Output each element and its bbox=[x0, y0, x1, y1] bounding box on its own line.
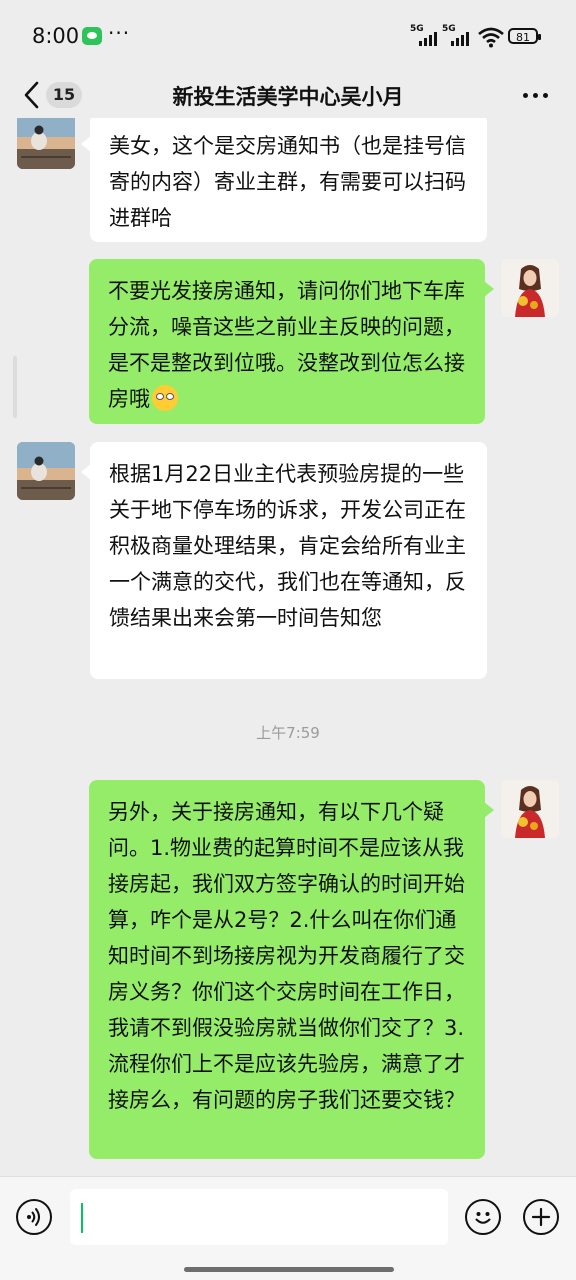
scroll-indicator bbox=[13, 356, 17, 418]
message-text: 美女，这个是交房通知书（也是挂号信寄的内容）寄业主群，有需要可以扫码进群哈 bbox=[109, 134, 466, 230]
contact-avatar[interactable] bbox=[17, 118, 75, 169]
more-actions-button[interactable] bbox=[523, 1199, 559, 1235]
chat-title: 新投生活美学中心吴小月 bbox=[172, 85, 404, 109]
message-bubble-outgoing[interactable]: 另外，关于接房通知，有以下几个疑问。1.物业费的起算时间不是应该从我接房起，我们… bbox=[89, 780, 494, 1159]
message-text: 另外，关于接房通知，有以下几个疑问。1.物业费的起算时间不是应该从我接房起，我们… bbox=[108, 800, 465, 1112]
status-time: 8:00 bbox=[32, 24, 80, 48]
my-avatar[interactable] bbox=[501, 259, 559, 317]
battery-icon: 81 bbox=[508, 28, 541, 44]
voice-input-button[interactable] bbox=[16, 1199, 52, 1235]
message-bubble-incoming[interactable]: 美女，这个是交房通知书（也是挂号信寄的内容）寄业主群，有需要可以扫码进群哈 bbox=[81, 118, 487, 242]
message-text: 根据1月22日业主代表预验房提的一些关于地下停车场的诉求，开发公司正在积极商量处… bbox=[109, 462, 466, 630]
status-bar: 8:00 ··· 5G 5G 81 bbox=[0, 0, 576, 72]
signal-5g-icon-2: 5G bbox=[442, 24, 470, 46]
message-input[interactable] bbox=[70, 1189, 448, 1245]
signal-5g-icon: 5G bbox=[410, 24, 438, 46]
home-indicator[interactable] bbox=[184, 1267, 394, 1272]
wifi-icon bbox=[478, 27, 504, 48]
input-bar bbox=[0, 1176, 576, 1280]
my-avatar[interactable] bbox=[501, 780, 559, 838]
chat-header: 15 新投生活美学中心吴小月 bbox=[0, 72, 576, 118]
message-list[interactable]: 美女，这个是交房通知书（也是挂号信寄的内容）寄业主群，有需要可以扫码进群哈 不要… bbox=[0, 118, 576, 1176]
more-options-icon[interactable] bbox=[520, 82, 552, 108]
message-timestamp: 上午7:59 bbox=[256, 724, 320, 742]
message-bubble-incoming[interactable]: 根据1月22日业主代表预验房提的一些关于地下停车场的诉求，开发公司正在积极商量处… bbox=[81, 442, 487, 679]
voice-icon bbox=[27, 1208, 40, 1226]
text-caret bbox=[81, 1203, 83, 1233]
message-bubble-outgoing[interactable]: 不要光发接房通知，请问你们地下车库分流，噪音这些之前业主反映的问题，是不是整改到… bbox=[89, 259, 494, 424]
contact-avatar[interactable] bbox=[17, 442, 75, 500]
emoji-button[interactable] bbox=[465, 1199, 501, 1235]
eye-roll-emoji-icon bbox=[152, 385, 178, 411]
wechat-notification-icon bbox=[82, 27, 102, 45]
plus-icon bbox=[531, 1207, 551, 1227]
smiley-icon bbox=[475, 1212, 491, 1224]
more-notifications-icon: ··· bbox=[108, 21, 131, 45]
